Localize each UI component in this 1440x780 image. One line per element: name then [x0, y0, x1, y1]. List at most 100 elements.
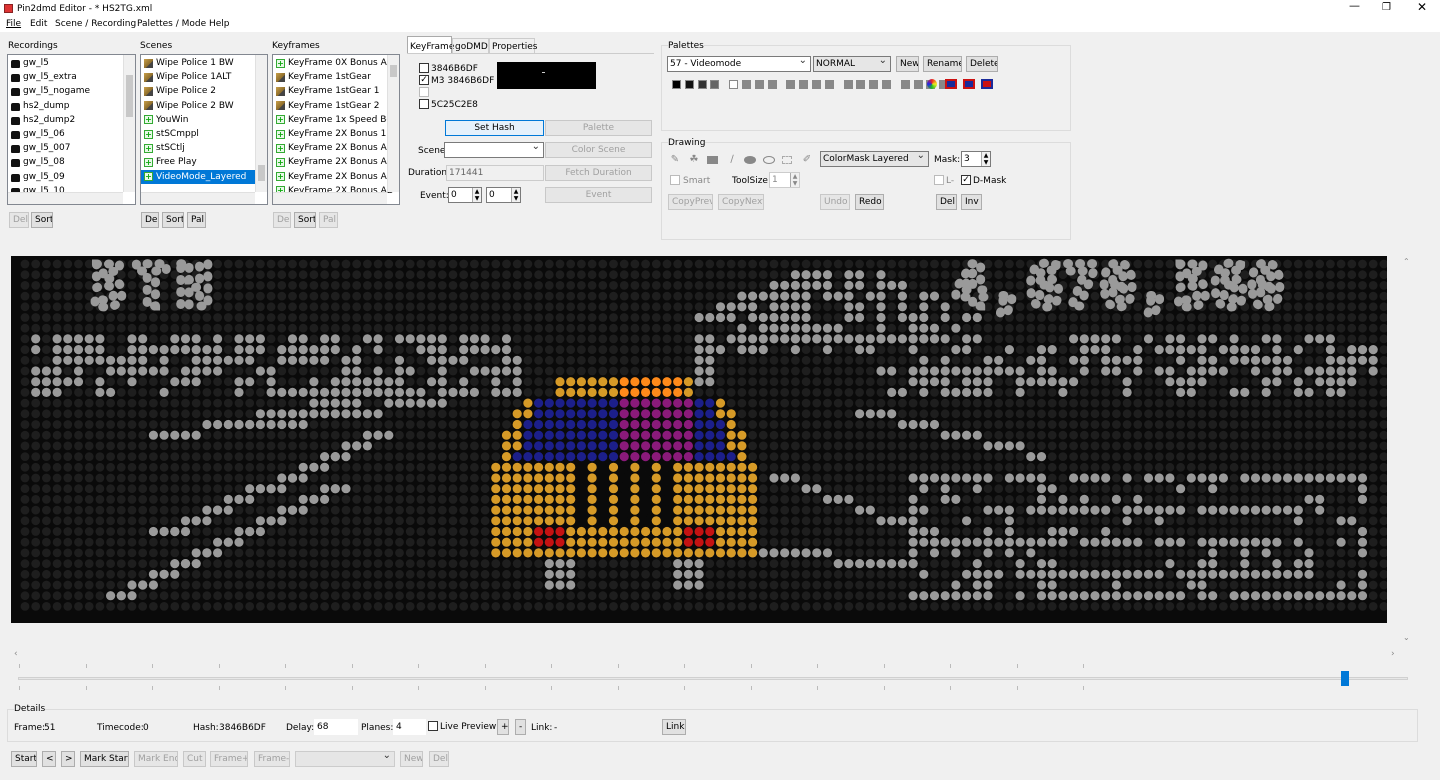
palette-swatch[interactable]: [786, 80, 796, 89]
list-item[interactable]: gw_l5_08: [8, 155, 135, 169]
palette-swatch[interactable]: [672, 80, 681, 89]
palette-select[interactable]: 57 - Videomode: [667, 56, 811, 72]
palette-swatch[interactable]: [856, 80, 866, 89]
minus-button[interactable]: -: [515, 719, 526, 735]
list-item[interactable]: gw_l5_06: [8, 127, 135, 141]
duration-field[interactable]: 171441: [446, 165, 544, 181]
dmd-display[interactable]: 5TH 4,670,560: [11, 256, 1387, 623]
minimize-icon[interactable]: —: [1349, 0, 1360, 12]
link-button[interactable]: Link: [662, 719, 686, 735]
bottom-del-button[interactable]: Del: [429, 751, 449, 767]
fill-icon[interactable]: ☘: [688, 155, 700, 165]
scenes-hscrollbar[interactable]: [141, 192, 255, 204]
close-icon[interactable]: ✕: [1417, 1, 1427, 13]
palette-mode-select[interactable]: NORMAL: [813, 56, 891, 72]
scenes-scrollbar[interactable]: [255, 55, 267, 192]
frame-plus-button[interactable]: Frame+: [210, 751, 248, 767]
planes-field[interactable]: 4: [393, 719, 426, 735]
mark-end-button[interactable]: Mark End: [134, 751, 178, 767]
redo-button[interactable]: Redo: [855, 194, 884, 210]
list-item[interactable]: gw_l5_nogame: [8, 84, 135, 98]
pencil-icon[interactable]: ✎: [669, 155, 681, 165]
palette-swatch[interactable]: [729, 80, 739, 89]
start-button[interactable]: Start: [11, 751, 37, 767]
menu-palettes-mode[interactable]: Palettes / Mode: [137, 18, 206, 30]
event1-spinner[interactable]: 0 ▲ ▼: [448, 187, 482, 203]
mask-spinner[interactable]: 3 ▲ ▼: [961, 151, 991, 167]
list-item[interactable]: + KeyFrame 2X Bonus 1 AI: [273, 127, 399, 141]
keyframes-list[interactable]: + KeyFrame 0X Bonus AD KeyFrame 1stGear Key…: [272, 54, 400, 205]
palette-swatch[interactable]: [843, 80, 853, 89]
palette-swatch[interactable]: [767, 80, 777, 89]
scroll-down-icon[interactable]: ⌄: [1403, 632, 1410, 644]
flag-uk2-icon[interactable]: [963, 79, 975, 89]
list-item[interactable]: hs2_dump: [8, 99, 135, 113]
list-item[interactable]: KeyFrame 1stGear: [273, 70, 399, 84]
palette-swatch[interactable]: [824, 80, 834, 89]
bottom-select[interactable]: [295, 751, 395, 767]
copynext-button[interactable]: CopyNext: [718, 194, 764, 210]
list-item[interactable]: + KeyFrame 0X Bonus AD: [273, 56, 399, 70]
list-item[interactable]: + KeyFrame 1x Speed Bon: [273, 113, 399, 127]
menu-scene-recording[interactable]: Scene / Recording: [55, 18, 136, 30]
timeline-left-icon[interactable]: ‹: [14, 648, 18, 660]
color-scene-button[interactable]: Color Scene: [545, 142, 652, 158]
event2-spinner[interactable]: 0 ▲ ▼: [486, 187, 521, 203]
flag-uk3-icon[interactable]: [981, 79, 993, 89]
hash4-checkbox[interactable]: [419, 99, 429, 109]
palette-swatch[interactable]: [869, 80, 879, 89]
list-item[interactable]: Wipe Police 2: [141, 84, 267, 98]
list-item[interactable]: gw_l5: [8, 56, 135, 70]
l-checkbox[interactable]: [934, 175, 944, 185]
palette-swatch[interactable]: [913, 80, 923, 89]
scenes-pal-button[interactable]: Pal: [187, 212, 206, 228]
hash3-checkbox[interactable]: [419, 87, 429, 97]
color-picker-icon[interactable]: [927, 79, 937, 89]
scenes-sort-button[interactable]: Sort: [162, 212, 184, 228]
plus-button[interactable]: +: [497, 719, 509, 735]
tab-keyframe[interactable]: KeyFrame: [407, 36, 454, 54]
undo-button[interactable]: Undo: [820, 194, 850, 210]
list-item[interactable]: + KeyFrame 2X Bonus AD: [273, 155, 399, 169]
ellipse-icon[interactable]: [763, 155, 775, 165]
list-item[interactable]: + YouWin: [141, 113, 267, 127]
frame-minus-button[interactable]: Frame-: [254, 751, 290, 767]
toolsize-spinner[interactable]: 1 ▲ ▼: [769, 172, 800, 188]
timeline-track[interactable]: [18, 677, 1408, 680]
set-hash-button[interactable]: Set Hash: [445, 120, 544, 136]
list-item[interactable]: + KeyFrame 2X Bonus AD: [273, 170, 399, 184]
palette-swatch[interactable]: [799, 80, 809, 89]
list-item[interactable]: + KeyFrame 2X Bonus AD: [273, 141, 399, 155]
tab-godmd[interactable]: goDMD: [452, 38, 489, 54]
recordings-scrollbar[interactable]: [123, 55, 135, 192]
select-rect-icon[interactable]: [782, 155, 794, 165]
cut-button[interactable]: Cut: [183, 751, 206, 767]
list-item[interactable]: + stSCtlj: [141, 141, 267, 155]
timeline-thumb[interactable]: [1341, 671, 1350, 686]
timeline-right-icon[interactable]: ›: [1391, 648, 1395, 660]
scenes-list[interactable]: Wipe Police 1 BW Wipe Police 1ALT Wipe Pol…: [140, 54, 268, 205]
list-item[interactable]: KeyFrame 1stGear 1: [273, 84, 399, 98]
mark-start-button[interactable]: Mark Start: [80, 751, 129, 767]
menu-edit[interactable]: Edit: [30, 18, 47, 30]
palette-delete-button[interactable]: Delete: [966, 56, 998, 72]
flag-uk-icon[interactable]: [945, 79, 957, 89]
ellipse-filled-icon[interactable]: [744, 155, 756, 165]
list-item[interactable]: gw_l5_007: [8, 141, 135, 155]
menu-help[interactable]: Help: [209, 18, 230, 30]
palette-swatch[interactable]: [742, 80, 751, 89]
hash1-checkbox[interactable]: [419, 63, 429, 73]
recordings-sort-button[interactable]: Sort: [31, 212, 53, 228]
palette-swatch[interactable]: [754, 80, 764, 89]
bottom-new-button[interactable]: New: [400, 751, 423, 767]
dmd-dot-matrix[interactable]: 5TH 4,670,560: [11, 256, 1387, 623]
list-item[interactable]: Wipe Police 2 BW: [141, 99, 267, 113]
line-icon[interactable]: ∕: [726, 155, 738, 165]
keyframes-del-button[interactable]: Del: [273, 212, 291, 228]
scroll-up-icon[interactable]: ⌃: [1403, 256, 1410, 268]
keyframes-pal-button[interactable]: Pal: [319, 212, 338, 228]
drawing-inv-button[interactable]: Inv: [961, 194, 982, 210]
keyframes-hscrollbar[interactable]: [273, 192, 387, 204]
list-item[interactable]: + stSCmppl: [141, 127, 267, 141]
tab-properties[interactable]: Properties: [489, 38, 537, 54]
